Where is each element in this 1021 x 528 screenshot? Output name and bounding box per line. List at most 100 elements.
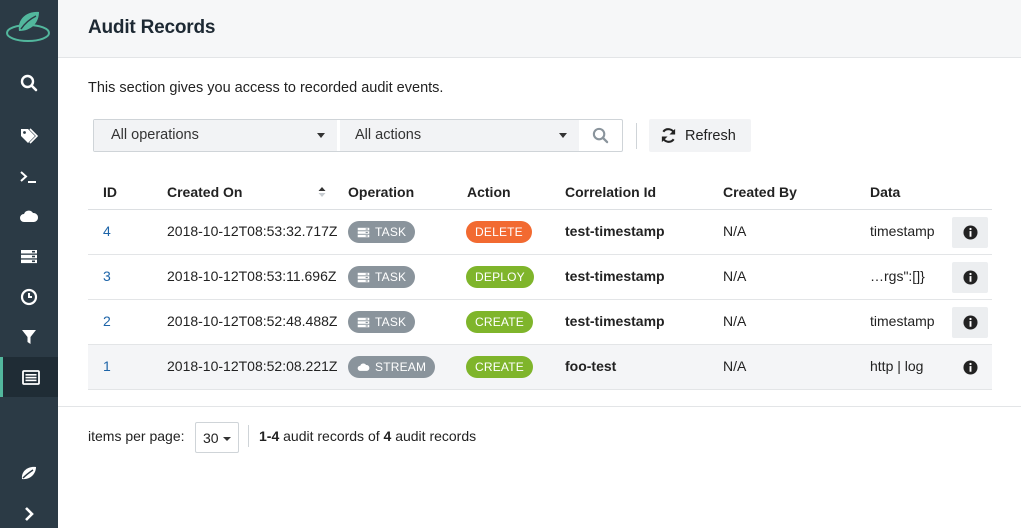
correlation-id-cell: foo-test xyxy=(565,358,617,374)
data-cell: timestamp xyxy=(870,223,935,239)
leaf-icon xyxy=(21,466,36,480)
clock-icon xyxy=(20,288,38,306)
server-icon xyxy=(357,272,370,282)
items-per-page-label: items per page: xyxy=(88,428,185,444)
search-icon xyxy=(592,127,608,144)
operation-label: TASK xyxy=(375,225,407,239)
details-button[interactable] xyxy=(952,307,988,338)
nav-terminal[interactable] xyxy=(0,157,58,197)
expand-chevron-icon xyxy=(25,507,34,521)
refresh-button[interactable]: Refresh xyxy=(649,119,751,152)
caret-down-icon xyxy=(559,133,567,138)
details-button[interactable] xyxy=(952,262,988,293)
created-by-cell: N/A xyxy=(723,268,747,284)
range-mid-text: audit records of xyxy=(279,428,384,444)
created-on-cell: 2018-10-12T08:52:08.221Z xyxy=(167,358,338,374)
server-icon xyxy=(21,249,37,263)
search-button[interactable] xyxy=(578,120,622,151)
created-by-cell: N/A xyxy=(723,313,747,329)
nav-about[interactable] xyxy=(0,453,58,493)
details-button[interactable] xyxy=(952,352,988,383)
cloud-icon xyxy=(357,363,370,371)
nav-analytics[interactable] xyxy=(0,317,58,357)
actions-select[interactable]: All actions xyxy=(340,120,579,151)
column-header-data: Data xyxy=(870,184,901,200)
info-icon xyxy=(962,360,978,375)
refresh-label: Refresh xyxy=(685,127,736,144)
created-on-cell: 2018-10-12T08:53:32.717Z xyxy=(167,223,338,239)
operation-label: TASK xyxy=(375,315,407,329)
tags-icon xyxy=(21,128,38,144)
info-icon xyxy=(962,315,978,330)
caret-down-icon xyxy=(223,437,231,441)
items-per-page-select[interactable]: 30 xyxy=(195,422,239,453)
actions-select-value: All actions xyxy=(355,127,422,143)
column-header-correlation-id[interactable]: Correlation Id xyxy=(565,184,656,200)
sidebar-expand-button[interactable] xyxy=(0,494,58,528)
created-by-cell: N/A xyxy=(723,223,747,239)
audit-id-link[interactable]: 4 xyxy=(103,223,111,239)
action-badge: CREATE xyxy=(466,311,533,333)
caret-down-icon xyxy=(317,133,325,138)
refresh-icon xyxy=(661,128,676,143)
operation-label: TASK xyxy=(375,270,407,284)
created-on-cell: 2018-10-12T08:53:11.696Z xyxy=(167,268,337,284)
operation-badge: TASK xyxy=(348,311,416,333)
pagination-summary: 1-4 audit records of 4 audit records xyxy=(259,428,476,444)
audit-id-link[interactable]: 1 xyxy=(103,358,111,374)
data-cell: http | log xyxy=(870,358,924,374)
nav-audit-records[interactable] xyxy=(0,357,58,397)
sidebar xyxy=(0,0,58,528)
table-row: 2 2018-10-12T08:52:48.488Z TASK CREATE t… xyxy=(88,300,992,345)
audit-id-link[interactable]: 3 xyxy=(103,268,111,284)
search-icon xyxy=(20,74,38,92)
toolbar-divider xyxy=(636,123,637,149)
range-value: 1-4 xyxy=(259,428,280,444)
operation-badge: STREAM xyxy=(348,356,436,378)
correlation-id-cell: test-timestamp xyxy=(565,313,665,329)
sort-icon[interactable] xyxy=(318,186,326,198)
items-per-page-value: 30 xyxy=(203,430,219,446)
intro-text: This section gives you access to recorde… xyxy=(88,80,444,96)
column-header-created-by[interactable]: Created By xyxy=(723,184,797,200)
column-header-action[interactable]: Action xyxy=(467,184,511,200)
info-icon xyxy=(962,225,978,240)
nav-jobs[interactable] xyxy=(0,277,58,317)
data-cell: timestamp xyxy=(870,313,935,329)
page-title: Audit Records xyxy=(88,17,216,38)
column-header-operation[interactable]: Operation xyxy=(348,184,414,200)
correlation-id-cell: test-timestamp xyxy=(565,268,665,284)
nav-tags[interactable] xyxy=(0,117,58,157)
server-icon xyxy=(357,317,370,327)
filter-box: All operations All actions xyxy=(93,119,623,152)
created-on-cell: 2018-10-12T08:52:48.488Z xyxy=(167,313,338,329)
column-header-created-on[interactable]: Created On xyxy=(167,184,242,200)
list-alt-icon xyxy=(21,369,40,385)
spring-cloud-logo[interactable] xyxy=(5,7,51,43)
action-badge: DELETE xyxy=(466,221,532,243)
nav-tasks[interactable] xyxy=(0,236,58,276)
table-row: 3 2018-10-12T08:53:11.696Z TASK DEPLOY t… xyxy=(88,255,992,300)
operation-label: STREAM xyxy=(375,360,427,374)
action-badge: DEPLOY xyxy=(466,266,534,288)
nav-streams[interactable] xyxy=(0,196,58,236)
range-end-text: audit records xyxy=(391,428,477,444)
operations-select-value: All operations xyxy=(111,127,199,143)
correlation-id-cell: test-timestamp xyxy=(565,223,665,239)
action-badge: CREATE xyxy=(466,356,533,378)
operation-badge: TASK xyxy=(348,266,416,288)
operation-badge: TASK xyxy=(348,221,416,243)
nav-search[interactable] xyxy=(0,63,58,103)
audit-id-link[interactable]: 2 xyxy=(103,313,111,329)
filter-icon xyxy=(22,330,36,344)
server-icon xyxy=(357,227,370,237)
cloud-icon xyxy=(20,210,39,222)
table-row: 4 2018-10-12T08:53:32.717Z TASK DELETE t… xyxy=(88,210,992,255)
details-button[interactable] xyxy=(952,217,988,248)
operations-select[interactable]: All operations xyxy=(94,120,337,151)
footer-divider xyxy=(58,406,1021,407)
page-header: Audit Records xyxy=(58,0,1021,58)
terminal-icon xyxy=(20,171,36,183)
column-header-id[interactable]: ID xyxy=(103,184,117,200)
data-cell: …rgs":[]} xyxy=(870,268,925,284)
